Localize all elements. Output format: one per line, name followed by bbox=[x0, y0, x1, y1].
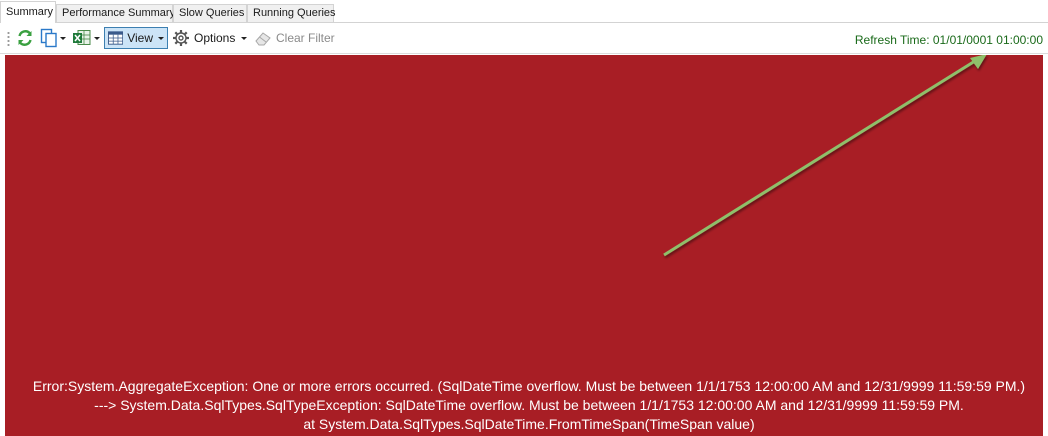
gear-icon bbox=[173, 30, 189, 46]
refresh-time-text: Refresh Time: 01/01/0001 01:00:00 bbox=[854, 33, 1043, 47]
options-dropdown-arrow-icon bbox=[241, 36, 248, 40]
tab-slow-queries[interactable]: Slow Queries bbox=[173, 4, 247, 22]
error-line-2: ---> System.Data.SqlTypes.SqlTypeExcepti… bbox=[94, 397, 964, 413]
eraser-icon bbox=[255, 32, 271, 46]
view-button-label: View bbox=[127, 31, 153, 45]
grid-view-icon bbox=[108, 31, 124, 45]
excel-export-button[interactable] bbox=[72, 27, 100, 49]
clear-filter-label: Clear Filter bbox=[276, 31, 335, 45]
copy-button[interactable] bbox=[40, 27, 66, 49]
error-line-1: Error:System.AggregateException: One or … bbox=[32, 378, 1026, 394]
copy-dropdown-arrow-icon[interactable] bbox=[60, 36, 66, 40]
refresh-icon bbox=[18, 30, 32, 46]
options-button[interactable]: Options bbox=[172, 27, 248, 49]
app-window: Summary Performance Summary Slow Queries… bbox=[0, 0, 1048, 436]
view-dropdown-arrow-icon bbox=[158, 36, 164, 40]
copy-icon bbox=[40, 28, 57, 48]
toolbar: View Options Clear Filter Refresh Time: … bbox=[0, 23, 1048, 54]
tab-summary[interactable]: Summary bbox=[0, 1, 56, 23]
options-button-label: Options bbox=[194, 31, 236, 45]
tab-running-queries[interactable]: Running Queries bbox=[247, 4, 336, 22]
error-message: Error:System.AggregateException: One or … bbox=[15, 377, 1043, 434]
tab-performance-summary[interactable]: Performance Summary bbox=[56, 4, 175, 22]
toolbar-grip-handle[interactable] bbox=[7, 31, 10, 47]
clear-filter-button[interactable]: Clear Filter bbox=[254, 27, 335, 49]
view-button[interactable]: View bbox=[104, 27, 168, 49]
error-line-3: at System.Data.SqlTypes.SqlDateTime.From… bbox=[303, 416, 755, 432]
refresh-button[interactable] bbox=[16, 27, 34, 49]
error-panel: Error:System.AggregateException: One or … bbox=[5, 55, 1043, 436]
excel-export-icon bbox=[73, 30, 91, 45]
excel-dropdown-arrow-icon[interactable] bbox=[94, 36, 100, 40]
tab-bar: Summary Performance Summary Slow Queries… bbox=[0, 0, 1048, 23]
